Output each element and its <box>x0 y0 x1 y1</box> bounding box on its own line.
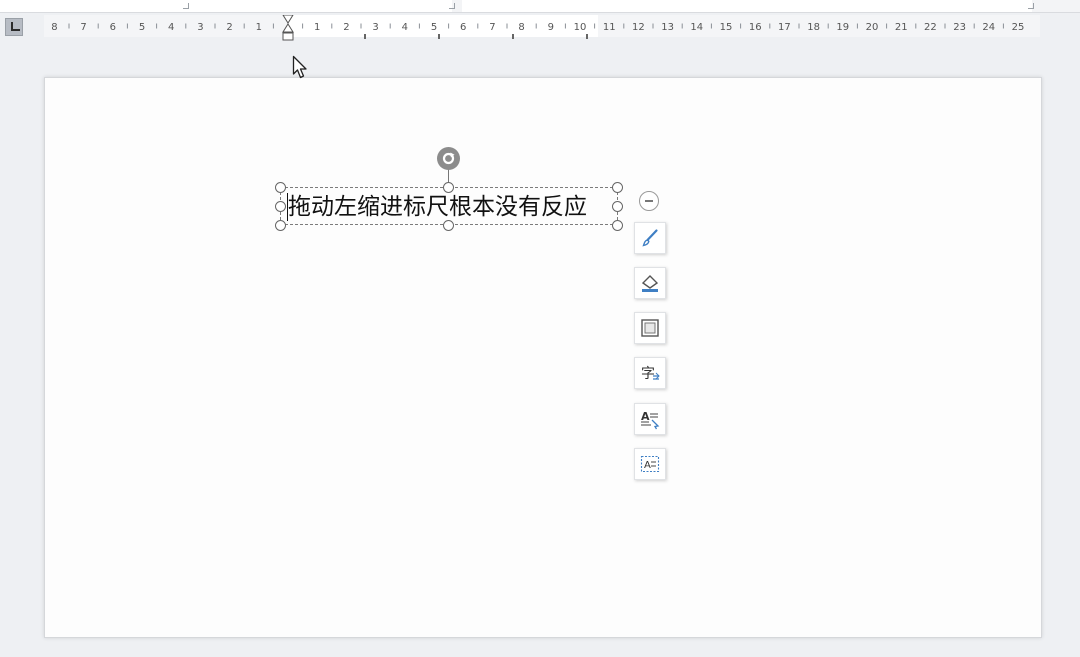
ruler-label: 12 <box>632 22 645 33</box>
ruler-label: 5 <box>431 22 437 33</box>
text-effect-button[interactable]: A <box>634 403 666 435</box>
ruler-label: 20 <box>866 22 879 33</box>
ruler-label: 6 <box>110 22 116 33</box>
text-box-content[interactable]: 拖动左缩进标尺根本没有反应 <box>288 192 587 222</box>
text-wrap-button[interactable]: A <box>634 448 666 480</box>
ruler-label: 7 <box>489 22 495 33</box>
resize-handle-top-right[interactable] <box>612 182 623 193</box>
shape-fill-button[interactable] <box>634 267 666 299</box>
ruler-label: 19 <box>836 22 849 33</box>
ruler-label: 21 <box>895 22 908 33</box>
ruler-label: 2 <box>226 22 232 33</box>
ruler-label: 13 <box>661 22 674 33</box>
resize-handle-bottom-right[interactable] <box>612 220 623 231</box>
rotate-icon <box>442 152 455 165</box>
ruler-label: 8 <box>518 22 524 33</box>
collapse-minus-icon <box>645 200 653 202</box>
collapse-toolbar-button[interactable] <box>639 191 659 211</box>
outline-frame-icon <box>641 319 659 337</box>
text-effect-glyph: A <box>641 410 650 423</box>
ruler-label: 14 <box>690 22 703 33</box>
ruler-label: 9 <box>548 22 554 33</box>
ruler-tab-stop[interactable] <box>512 34 514 39</box>
horizontal-ruler[interactable]: 8 7 6 5 4 3 2 1 1 2 3 4 5 6 7 8 9 10 11 12 13 14 15 16 17 18 19 20 2… <box>44 15 1040 41</box>
resize-handle-top-left[interactable] <box>275 182 286 193</box>
ruler-label: 25 <box>1012 22 1025 33</box>
text-box-glyph: A <box>644 460 651 471</box>
ruler-label: 22 <box>924 22 937 33</box>
text-effect-icon: A <box>641 410 660 430</box>
ruler-label: 3 <box>372 22 378 33</box>
tab-stop-left-icon <box>10 21 20 31</box>
ruler-label: 6 <box>460 22 466 33</box>
ruler-label: 24 <box>982 22 995 33</box>
ruler-label: 5 <box>139 22 145 33</box>
ruler-label: 15 <box>720 22 733 33</box>
text-format-button[interactable]: 字 <box>634 357 666 389</box>
ruler-label: 4 <box>168 22 174 33</box>
ruler-label: 23 <box>953 22 966 33</box>
resize-handle-bottom-left[interactable] <box>275 220 286 231</box>
character-format-glyph: 字 <box>641 366 655 382</box>
character-format-icon: 字 <box>641 366 660 382</box>
margin-corner-mark <box>183 3 189 9</box>
ruler-label: 4 <box>402 22 408 33</box>
ruler-strip-segment <box>462 0 1032 12</box>
resize-handle-left[interactable] <box>275 201 286 212</box>
ruler-label: 11 <box>603 22 616 33</box>
ruler-scale: 8 7 6 5 4 3 2 1 1 2 3 4 5 6 7 8 9 10 11 12 13 14 15 16 17 18 19 20 2… <box>44 15 1040 41</box>
ruler-tab-stop[interactable] <box>586 34 588 39</box>
ruler-label: 17 <box>778 22 791 33</box>
shape-outline-button[interactable] <box>634 312 666 344</box>
ruler-label: 8 <box>51 22 57 33</box>
text-box-icon: A <box>640 455 660 473</box>
mouse-pointer-icon <box>292 55 307 79</box>
resize-handle-right[interactable] <box>612 201 623 212</box>
ruler-label: 10 <box>574 22 587 33</box>
ruler-label: 2 <box>343 22 349 33</box>
resize-handle-bottom[interactable] <box>443 220 454 231</box>
rotate-handle[interactable] <box>437 147 460 170</box>
ruler-strip-segment <box>0 0 452 12</box>
tab-stop-selector[interactable] <box>5 18 23 36</box>
document-page[interactable] <box>44 77 1042 638</box>
ruler-tab-stop[interactable] <box>364 34 366 39</box>
paint-bucket-icon <box>641 275 659 292</box>
ruler-label: 3 <box>197 22 203 33</box>
ruler-tab-stop[interactable] <box>438 34 440 39</box>
ruler-label: 18 <box>807 22 820 33</box>
page-top-strip <box>0 0 1080 13</box>
margin-corner-mark <box>449 3 455 9</box>
ruler-label: 1 <box>256 22 262 33</box>
ruler-label: 16 <box>749 22 762 33</box>
margin-corner-mark <box>1028 3 1034 9</box>
resize-handle-top[interactable] <box>443 182 454 193</box>
paintbrush-icon <box>642 229 658 247</box>
ruler-label: 7 <box>80 22 86 33</box>
ruler-label: 1 <box>314 22 320 33</box>
shape-style-button[interactable] <box>634 222 666 254</box>
